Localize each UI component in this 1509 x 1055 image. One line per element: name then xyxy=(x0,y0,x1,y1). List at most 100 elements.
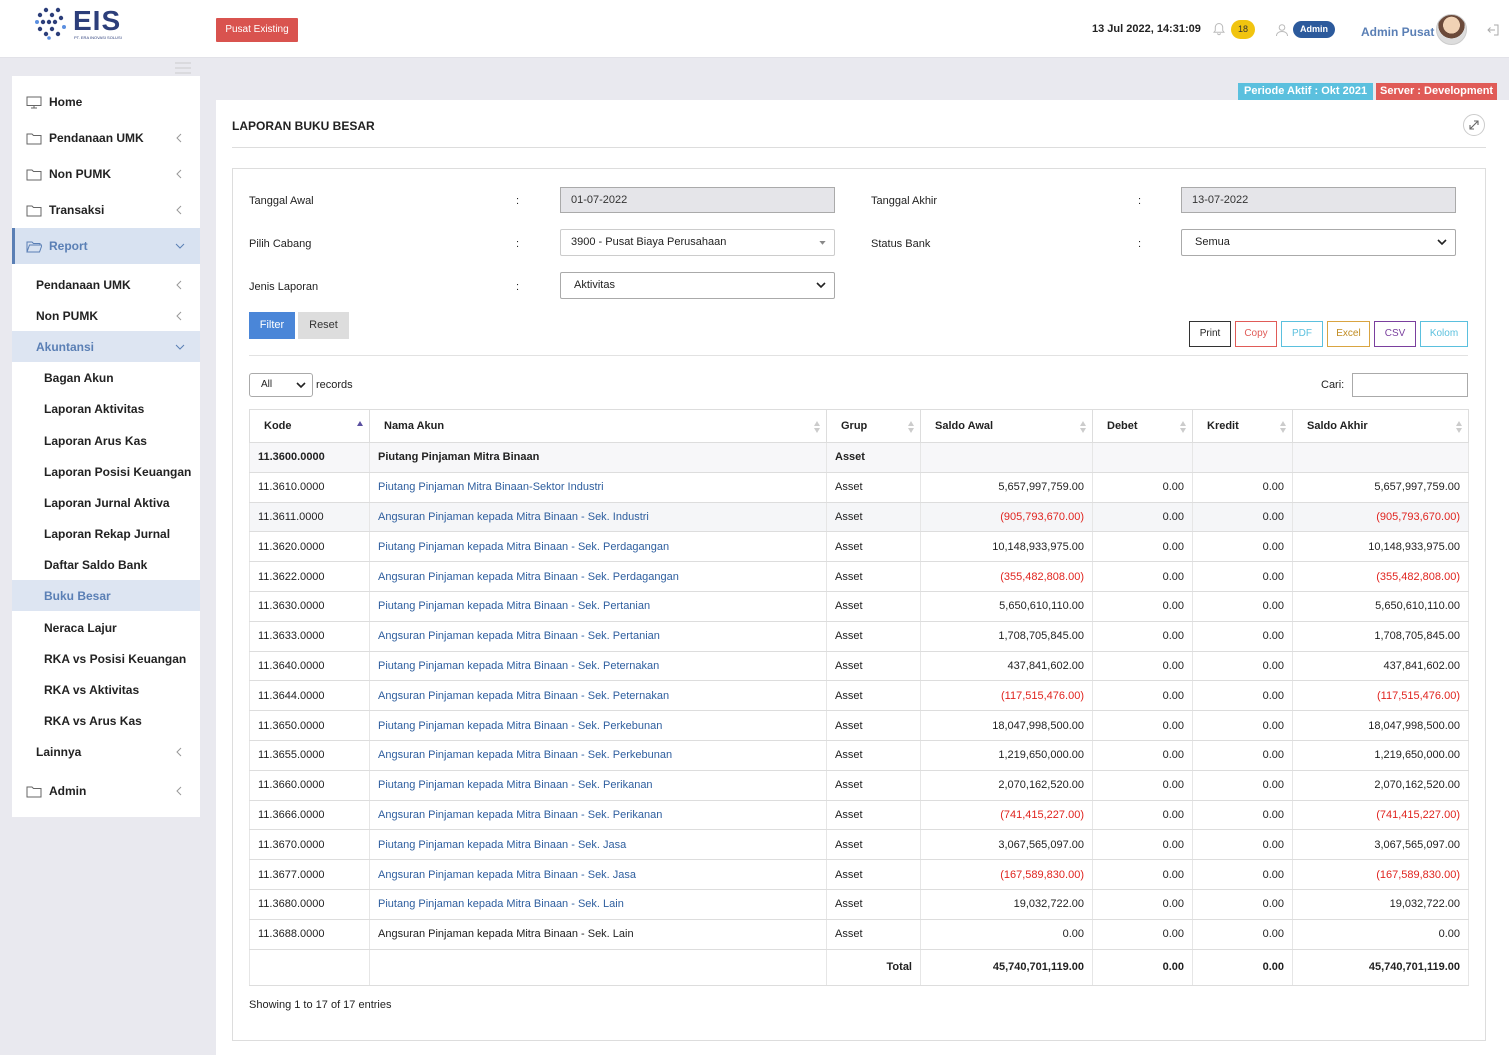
sidebar-leaf-laporan-rekap-jurnal[interactable]: Laporan Rekap Jurnal xyxy=(12,518,200,549)
page-length-select[interactable]: All xyxy=(249,373,313,397)
table-row[interactable]: 11.3680.0000 Piutang Pinjaman kepada Mitr… xyxy=(249,889,1469,920)
eis-logo[interactable]: EIS PT. ERA INOVASI SOLUSI xyxy=(34,5,134,43)
cell-nama[interactable]: Angsuran Pinjaman kepada Mitra Binaan - … xyxy=(369,800,827,831)
sidebar-item-pendanaan-umk[interactable]: Pendanaan UMK xyxy=(12,120,200,156)
column-header-saldo-awal[interactable]: Saldo Awal xyxy=(920,409,1093,443)
cell-nama[interactable]: Piutang Pinjaman kepada Mitra Binaan - S… xyxy=(369,889,827,920)
table-row[interactable]: 11.3630.0000 Piutang Pinjaman kepada Mitr… xyxy=(249,591,1469,622)
notification-count-badge[interactable]: 18 xyxy=(1231,20,1255,39)
status-bank-select[interactable]: Semua xyxy=(1181,229,1456,256)
table-row[interactable]: 11.3666.0000 Angsuran Pinjaman kepada Mit… xyxy=(249,800,1469,831)
username[interactable]: Admin Pusat xyxy=(1361,25,1434,39)
filter-button[interactable]: Filter xyxy=(249,312,295,339)
table-row[interactable]: 11.3622.0000 Angsuran Pinjaman kepada Mit… xyxy=(249,561,1469,592)
column-header-kode[interactable]: Kode xyxy=(249,409,370,443)
table-row[interactable]: 11.3650.0000 Piutang Pinjaman kepada Mitr… xyxy=(249,710,1469,741)
sidebar: Home Pendanaan UMK Non PUMK Transaksi Re… xyxy=(12,76,200,817)
cell-nama[interactable]: Angsuran Pinjaman kepada Mitra Binaan - … xyxy=(369,502,827,533)
sidebar-leaf-laporan-posisi-keuangan[interactable]: Laporan Posisi Keuangan xyxy=(12,456,200,487)
avatar[interactable] xyxy=(1436,14,1467,45)
csv-button[interactable]: CSV xyxy=(1374,321,1416,347)
sidebar-leaf-rka-aktivitas[interactable]: RKA vs Aktivitas xyxy=(12,674,200,705)
excel-button[interactable]: Excel xyxy=(1327,321,1370,347)
cell-nama[interactable]: Piutang Pinjaman kepada Mitra Binaan - S… xyxy=(369,531,827,563)
sidebar-leaf-neraca-lajur[interactable]: Neraca Lajur xyxy=(12,612,200,643)
table-row[interactable]: 11.3620.0000 Piutang Pinjaman kepada Mitr… xyxy=(249,531,1469,563)
table-row[interactable]: 11.3611.0000 Angsuran Pinjaman kepada Mit… xyxy=(249,502,1469,533)
table-row[interactable]: 11.3600.0000 Piutang Pinjaman Mitra Binaa… xyxy=(249,442,1469,473)
table-row[interactable]: 11.3610.0000 Piutang Pinjaman Mitra Binaa… xyxy=(249,472,1469,503)
bell-icon[interactable] xyxy=(1212,22,1226,36)
cell-kode: 11.3677.0000 xyxy=(249,859,370,890)
cell-nama[interactable]: Piutang Pinjaman Mitra Binaan-Sektor Ind… xyxy=(369,472,827,503)
column-header-grup[interactable]: Grup xyxy=(826,409,921,443)
cell-debet: 0.00 xyxy=(1092,919,1193,950)
tanggal-akhir-input[interactable]: 13-07-2022 xyxy=(1181,187,1456,213)
table-row[interactable]: 11.3677.0000 Angsuran Pinjaman kepada Mit… xyxy=(249,859,1469,890)
sidebar-subitem-akuntansi[interactable]: Akuntansi xyxy=(12,331,200,362)
logout-icon[interactable] xyxy=(1486,23,1500,37)
pdf-button[interactable]: PDF xyxy=(1281,321,1323,347)
cell-kredit: 0.00 xyxy=(1192,859,1293,890)
cell-grup: Asset xyxy=(826,829,921,861)
cabang-value: 3900 - Pusat Biaya Perusahaan xyxy=(571,236,727,248)
sidebar-item-label: Pendanaan UMK xyxy=(36,277,131,292)
sidebar-item-report[interactable]: Report xyxy=(12,228,200,264)
column-header-nama-akun[interactable]: Nama Akun xyxy=(369,409,827,443)
table-row[interactable]: 11.3633.0000 Angsuran Pinjaman kepada Mit… xyxy=(249,621,1469,652)
sidebar-leaf-laporan-aktivitas[interactable]: Laporan Aktivitas xyxy=(12,393,200,424)
chevron-left-icon xyxy=(176,280,182,289)
cell-nama[interactable]: Piutang Pinjaman kepada Mitra Binaan - S… xyxy=(369,651,827,682)
cell-saldo-awal: 2,070,162,520.00 xyxy=(920,770,1093,801)
reset-button[interactable]: Reset xyxy=(298,312,349,339)
pusat-existing-button[interactable]: Pusat Existing xyxy=(216,18,298,42)
cell-nama[interactable]: Angsuran Pinjaman kepada Mitra Binaan - … xyxy=(369,621,827,652)
sidebar-leaf-laporan-arus-kas[interactable]: Laporan Arus Kas xyxy=(12,425,200,456)
table-row[interactable]: 11.3655.0000 Angsuran Pinjaman kepada Mit… xyxy=(249,740,1469,771)
sidebar-item-non-pumk[interactable]: Non PUMK xyxy=(12,156,200,192)
cell-nama[interactable]: Piutang Pinjaman kepada Mitra Binaan - S… xyxy=(369,591,827,622)
cell-nama[interactable]: Angsuran Pinjaman kepada Mitra Binaan - … xyxy=(369,740,827,771)
sidebar-leaf-laporan-jurnal-aktiva[interactable]: Laporan Jurnal Aktiva xyxy=(12,487,200,518)
table-row[interactable]: 11.3688.0000 Angsuran Pinjaman kepada Mit… xyxy=(249,919,1469,950)
kolom-button[interactable]: Kolom xyxy=(1420,321,1468,347)
cell-kredit: 0.00 xyxy=(1192,651,1293,682)
page-length-value: All xyxy=(261,379,273,390)
sidebar-leaf-rka-arus-kas[interactable]: RKA vs Arus Kas xyxy=(12,705,200,736)
cell-kode: 11.3611.0000 xyxy=(249,502,370,533)
sidebar-item-admin[interactable]: Admin xyxy=(12,773,200,809)
sidebar-leaf-bagan-akun[interactable]: Bagan Akun xyxy=(12,362,200,393)
menu-toggle-icon[interactable] xyxy=(175,62,191,74)
cell-nama[interactable]: Angsuran Pinjaman kepada Mitra Binaan - … xyxy=(369,561,827,592)
column-header-kredit[interactable]: Kredit xyxy=(1192,409,1293,443)
print-button[interactable]: Print xyxy=(1189,321,1231,347)
table-row[interactable]: 11.3660.0000 Piutang Pinjaman kepada Mitr… xyxy=(249,770,1469,801)
cell-nama[interactable]: Angsuran Pinjaman kepada Mitra Binaan - … xyxy=(369,680,827,712)
records-label: records xyxy=(316,379,353,391)
cell-nama[interactable]: Angsuran Pinjaman kepada Mitra Binaan - … xyxy=(369,859,827,890)
sidebar-item-home[interactable]: Home xyxy=(12,84,200,120)
sidebar-subitem-non-pumk[interactable]: Non PUMK xyxy=(12,300,200,331)
tanggal-awal-input[interactable]: 01-07-2022 xyxy=(560,187,835,213)
sidebar-subitem-pendanaan-umk[interactable]: Pendanaan UMK xyxy=(12,269,200,300)
table-row[interactable]: 11.3670.0000 Piutang Pinjaman kepada Mitr… xyxy=(249,829,1469,861)
sidebar-leaf-rka-posisi-keuangan[interactable]: RKA vs Posisi Keuangan xyxy=(12,643,200,674)
sidebar-subitem-lainnya[interactable]: Lainnya xyxy=(12,736,200,767)
sidebar-leaf-buku-besar[interactable]: Buku Besar xyxy=(12,580,200,611)
search-input[interactable] xyxy=(1352,373,1468,397)
cell-nama[interactable]: Piutang Pinjaman kepada Mitra Binaan - S… xyxy=(369,710,827,741)
column-header-debet[interactable]: Debet xyxy=(1092,409,1193,443)
sidebar-item-transaksi[interactable]: Transaksi xyxy=(12,192,200,228)
column-header-saldo-akhir[interactable]: Saldo Akhir xyxy=(1292,409,1469,443)
fullscreen-button[interactable] xyxy=(1463,114,1485,136)
cell-nama[interactable]: Piutang Pinjaman kepada Mitra Binaan - S… xyxy=(369,829,827,861)
table-row[interactable]: 11.3640.0000 Piutang Pinjaman kepada Mitr… xyxy=(249,651,1469,682)
sidebar-leaf-daftar-saldo-bank[interactable]: Daftar Saldo Bank xyxy=(12,549,200,580)
jenis-laporan-select[interactable]: Aktivitas xyxy=(560,272,835,299)
copy-button[interactable]: Copy xyxy=(1235,321,1277,347)
status-bank-value: Semua xyxy=(1195,236,1230,248)
cell-nama[interactable]: Piutang Pinjaman kepada Mitra Binaan - S… xyxy=(369,770,827,801)
header-label: Saldo Akhir xyxy=(1307,420,1368,432)
table-row[interactable]: 11.3644.0000 Angsuran Pinjaman kepada Mit… xyxy=(249,680,1469,712)
cabang-select[interactable]: 3900 - Pusat Biaya Perusahaan xyxy=(560,229,835,256)
